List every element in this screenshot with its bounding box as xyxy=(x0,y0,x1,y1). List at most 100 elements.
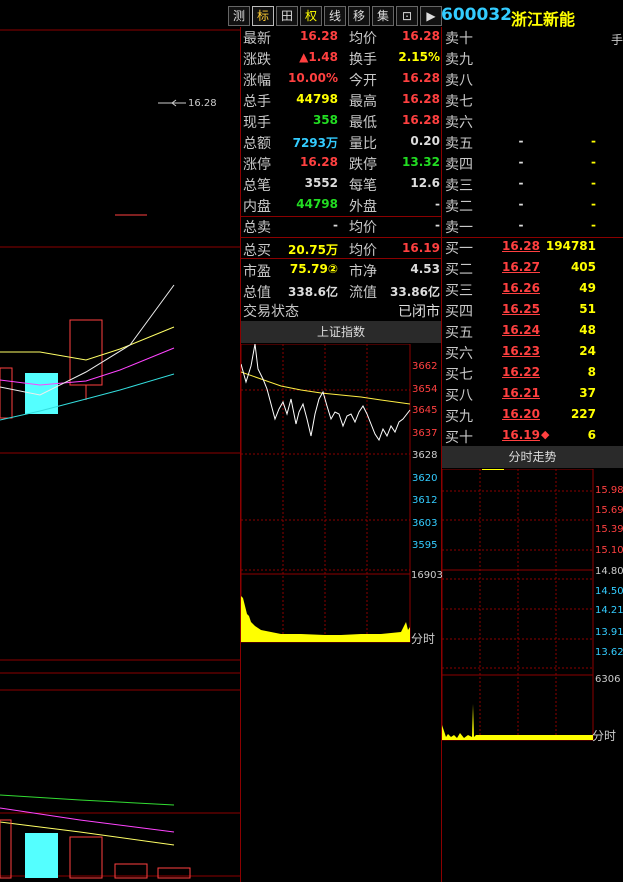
toolbar-btn-set[interactable]: 集 xyxy=(372,6,394,26)
index-tick: 3654 xyxy=(412,384,438,395)
index-tick: 3662 xyxy=(412,361,438,372)
order-qty: 48 xyxy=(579,323,596,337)
index-chart[interactable] xyxy=(241,344,441,644)
buy-order-row[interactable]: 买二 16.27 405 xyxy=(443,258,623,279)
buy-order-row[interactable]: 买一 16.28 194781 xyxy=(443,237,623,258)
quote-label: 均价 xyxy=(349,243,377,259)
sell-order-row[interactable]: 卖一 - - xyxy=(443,216,623,237)
sell-order-row[interactable]: 卖七 xyxy=(443,90,623,111)
quote-label: 最新 xyxy=(243,31,271,47)
intraday-vol-max: 6306 xyxy=(595,674,621,685)
quote-value: - xyxy=(435,218,440,232)
order-price: - xyxy=(518,197,524,211)
quote-label: 今开 xyxy=(349,73,377,89)
quote-value: 20.75万 xyxy=(288,243,338,257)
intraday-tick: 15.10 xyxy=(595,545,623,556)
buy-order-row[interactable]: 买九 16.20 227 xyxy=(443,405,623,426)
toolbar-btn-grid[interactable]: 田 xyxy=(276,6,298,26)
order-level-label: 买九 xyxy=(445,409,473,425)
intraday-time-label: 分时 xyxy=(592,729,617,743)
index-tick: 3628 xyxy=(412,450,438,461)
order-price: 16.23 xyxy=(502,344,540,358)
buy-order-row[interactable]: 买四 16.25 51 xyxy=(443,300,623,321)
order-price: 16.19 xyxy=(502,428,540,442)
sell-order-row[interactable]: 卖六 xyxy=(443,111,623,132)
index-tick: 3603 xyxy=(412,518,438,529)
toolbar-btn-window[interactable]: ⊡ xyxy=(396,6,418,26)
quote-row: 涨幅 10.00% 今开 16.28 xyxy=(241,69,441,90)
quote-value: 3552 xyxy=(304,176,338,190)
toolbar-btn-move[interactable]: 移 xyxy=(348,6,370,26)
quote-label: 涨停 xyxy=(243,157,271,173)
quote-value: 7293万 xyxy=(292,136,338,150)
quote-value: 2.15% xyxy=(398,50,440,64)
sell-order-row[interactable]: 卖二 - - xyxy=(443,195,623,216)
sell-order-row[interactable]: 卖三 - - xyxy=(443,174,623,195)
order-level-label: 买一 xyxy=(445,241,473,257)
order-price: 16.20 xyxy=(502,407,540,421)
buy-order-row[interactable]: 买八 16.21 37 xyxy=(443,384,623,405)
quote-label: 跌停 xyxy=(349,157,377,173)
sell-order-row[interactable]: 卖四 - - xyxy=(443,153,623,174)
index-vol-max: 16903 xyxy=(411,570,443,581)
order-qty: 51 xyxy=(579,302,596,316)
buy-order-row[interactable]: 买十 16.19 6 ◆ xyxy=(443,426,623,447)
toolbar-btn-measure[interactable]: 测 xyxy=(228,6,250,26)
quote-label: 最高 xyxy=(349,94,377,110)
order-price: 16.25 xyxy=(502,302,540,316)
quote-value: 16.28 xyxy=(402,92,440,106)
order-level-label: 卖六 xyxy=(445,115,473,131)
quote-label: 最低 xyxy=(349,115,377,131)
index-chart-title[interactable]: 上证指数 xyxy=(241,321,441,343)
quote-row: 总笔 3552 每笔 12.6 xyxy=(241,174,441,195)
order-level-label: 卖十 xyxy=(445,31,473,47)
trading-status-row: 交易状态 已闭市 xyxy=(241,300,441,321)
buy-order-row[interactable]: 买三 16.26 49 xyxy=(443,279,623,300)
buy-order-row[interactable]: 买六 16.23 24 xyxy=(443,342,623,363)
order-level-label: 买八 xyxy=(445,388,473,404)
order-price: 16.27 xyxy=(502,260,540,274)
order-level-label: 买四 xyxy=(445,304,473,320)
quote-label: 内盘 xyxy=(243,199,271,215)
buy-order-row[interactable]: 买七 16.22 8 xyxy=(443,363,623,384)
quote-label: 均价 xyxy=(349,31,377,47)
order-level-label: 卖一 xyxy=(445,220,473,236)
sell-order-row[interactable]: 卖五 - - xyxy=(443,132,623,153)
intraday-chart-title[interactable]: 分时走势 xyxy=(442,446,623,468)
order-qty: - xyxy=(591,197,596,211)
quote-label: 总手 xyxy=(243,94,271,110)
quote-row: 涨停 16.28 跌停 13.32 xyxy=(241,153,441,174)
quote-label: 总笔 xyxy=(243,178,271,194)
kline-chart[interactable] xyxy=(0,0,241,882)
order-price: 16.28 xyxy=(502,239,540,253)
toolbar-btn-line[interactable]: 线 xyxy=(324,6,346,26)
index-tick: 3637 xyxy=(412,428,438,439)
quote-value: 13.32 xyxy=(402,155,440,169)
order-level-label: 卖四 xyxy=(445,157,473,173)
sell-order-row[interactable]: 卖九 xyxy=(443,48,623,69)
intraday-tick: 14.21 xyxy=(595,605,623,616)
intraday-tick: 13.62 xyxy=(595,647,623,658)
order-price: - xyxy=(518,134,524,148)
quote-divider xyxy=(241,237,441,238)
quote-row: 总卖 - 均价 - xyxy=(241,216,441,237)
index-tick: 3620 xyxy=(412,473,438,484)
quote-label: 每笔 xyxy=(349,178,377,194)
buy-order-row[interactable]: 买五 16.24 48 xyxy=(443,321,623,342)
order-qty: - xyxy=(591,176,596,190)
quote-row: 总额 7293万 量比 0.20 xyxy=(241,132,441,153)
order-price: 16.26 xyxy=(502,281,540,295)
index-tick: 3612 xyxy=(412,495,438,506)
quote-value: 16.28 xyxy=(402,113,440,127)
sell-order-row[interactable]: 卖十 xyxy=(443,27,623,48)
toolbar-btn-play[interactable]: ▶ xyxy=(420,6,442,26)
toolbar-btn-rights[interactable]: 权 xyxy=(300,6,322,26)
quote-label: 总买 xyxy=(243,243,271,259)
sell-order-row[interactable]: 卖八 xyxy=(443,69,623,90)
toolbar-btn-mark[interactable]: 标 xyxy=(252,6,274,26)
quote-label: 均价 xyxy=(349,220,377,236)
quote-row: 涨跌 ▲1.48 换手 2.15% xyxy=(241,48,441,69)
quote-value: 10.00% xyxy=(288,71,338,85)
order-qty: - xyxy=(591,134,596,148)
quote-row: 内盘 44798 外盘 - xyxy=(241,195,441,216)
